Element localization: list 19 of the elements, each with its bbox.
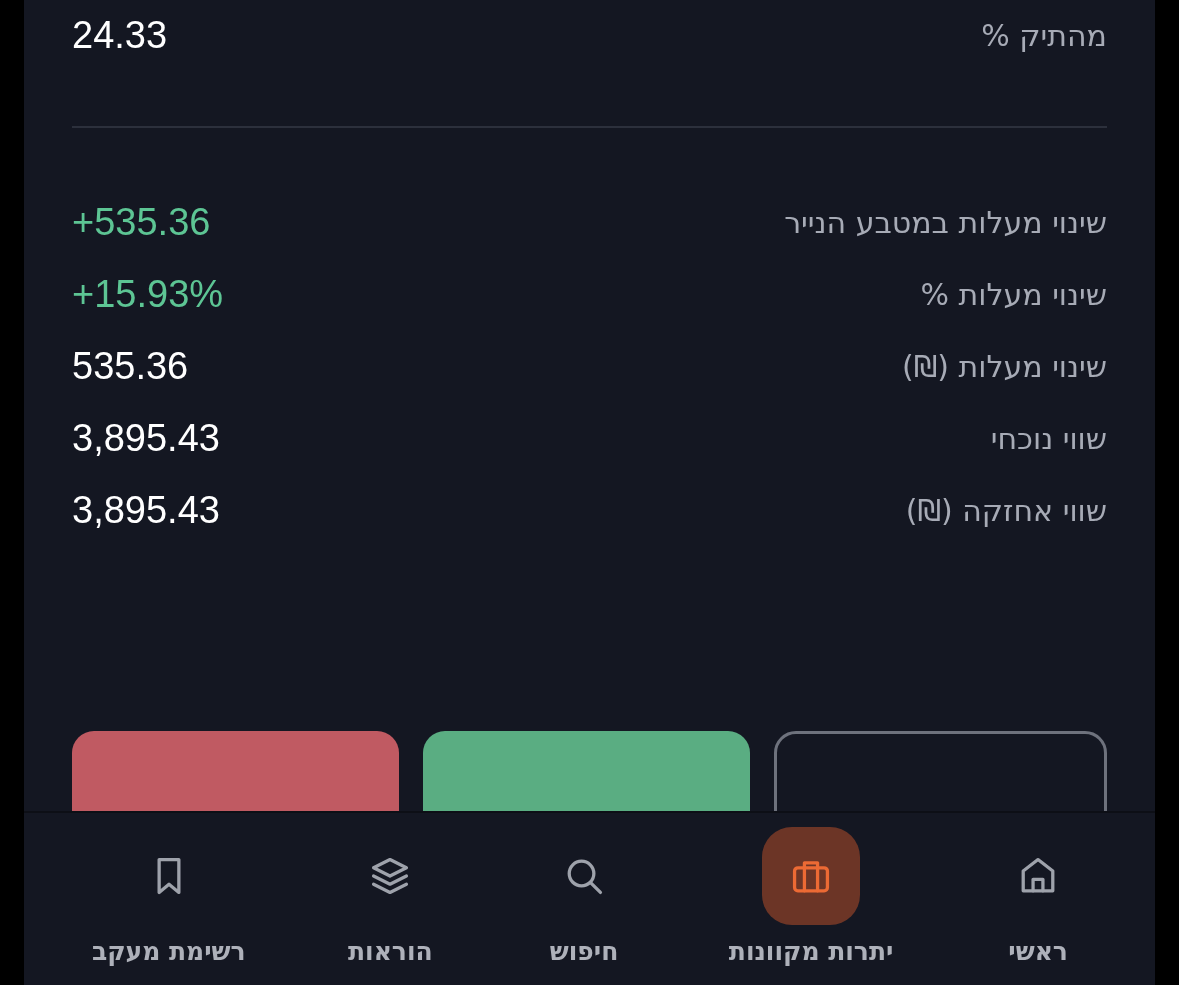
field-label: שינוי מעלות %	[920, 275, 1107, 314]
nav-tab[interactable]: ראשי	[989, 827, 1088, 971]
field-label: שווי נוכחי	[990, 419, 1107, 458]
sell-button[interactable]	[72, 731, 399, 811]
field-value: 24.33	[72, 12, 168, 58]
field-label: שינוי מעלות (₪)	[902, 347, 1107, 386]
nav-tab[interactable]: הוראות	[341, 827, 440, 971]
nav-tab[interactable]: רשימת מעקב	[91, 827, 246, 971]
field-label: שינוי מעלות במטבע הנייר	[784, 203, 1107, 242]
field-label: שווי אחזקה (₪)	[905, 491, 1107, 530]
buy-button[interactable]	[423, 731, 750, 811]
field-label: מהתיק %	[981, 16, 1107, 55]
field-value: 3,895.43	[72, 487, 220, 533]
nav-tab[interactable]: חיפוש	[535, 827, 634, 971]
field-value: +15.93%	[72, 271, 224, 317]
field-value: 535.36	[72, 343, 189, 389]
field-value: +535.36	[72, 199, 211, 245]
nav-tab[interactable]: יתרות מקוונות	[728, 827, 894, 971]
field-value: 3,895.43	[72, 415, 220, 461]
